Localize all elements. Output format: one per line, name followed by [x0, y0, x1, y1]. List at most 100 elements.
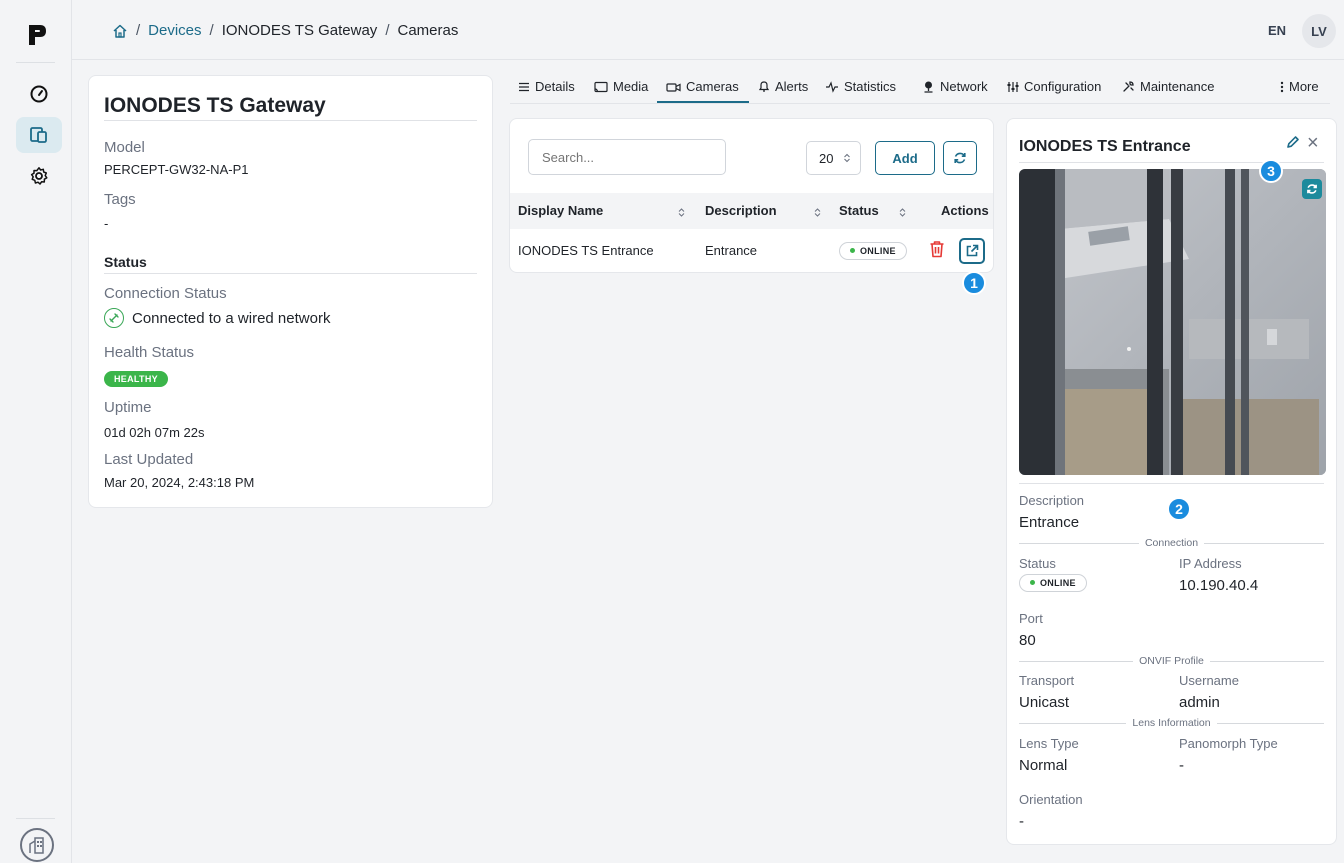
username-value: admin	[1179, 694, 1220, 711]
camera-detail-panel: IONODES TS Entrance × 3 Description Entr…	[1006, 118, 1337, 845]
device-summary-card: IONODES TS Gateway Model PERCEPT-GW32-NA…	[88, 75, 493, 508]
home-icon[interactable]	[112, 23, 128, 39]
device-title: IONODES TS Gateway	[104, 94, 326, 117]
nav-devices[interactable]	[16, 117, 62, 153]
add-camera-button[interactable]: Add	[875, 141, 935, 175]
section-onvif: ONVIF Profile	[1019, 655, 1325, 667]
column-status[interactable]: Status	[839, 203, 879, 218]
callout-marker-1: 1	[962, 271, 986, 295]
section-lens: Lens Information	[1019, 717, 1324, 729]
section-lens-label: Lens Information	[1132, 717, 1211, 729]
panomorph-type-label: Panomorph Type	[1179, 736, 1278, 751]
breadcrumb-separator: /	[209, 22, 214, 39]
section-onvif-label: ONVIF Profile	[1139, 655, 1204, 667]
table-header: Display Name Description Status Actions	[510, 193, 993, 229]
status-badge-label: ONLINE	[860, 245, 896, 256]
list-icon	[519, 82, 529, 91]
port-value: 80	[1019, 632, 1036, 649]
tab-more[interactable]: More	[1280, 79, 1319, 94]
dashboard-icon	[30, 85, 48, 103]
connection-status-value: Connected to a wired network	[132, 309, 331, 327]
connection-status: Connected to a wired network	[104, 308, 330, 328]
column-display-name[interactable]: Display Name	[518, 203, 603, 218]
page-size-value: 20	[819, 150, 834, 166]
column-actions: Actions	[941, 203, 989, 218]
tab-network[interactable]: Network	[922, 79, 988, 94]
tags-value: -	[104, 216, 109, 231]
breadcrumb-separator: /	[136, 22, 141, 39]
callout-marker-3: 3	[1259, 159, 1283, 183]
sort-icon[interactable]	[678, 208, 685, 217]
cameras-list-card: 20 Add Display Name Description Status A…	[509, 118, 994, 295]
tab-cameras[interactable]: Cameras	[666, 79, 739, 94]
app-logo[interactable]	[26, 22, 48, 48]
top-header: / Devices / IONODES TS Gateway / Cameras…	[72, 0, 1344, 60]
tab-details[interactable]: Details	[518, 79, 575, 94]
breadcrumb-separator: /	[385, 22, 390, 39]
cell-status: ONLINE	[839, 241, 907, 260]
user-avatar[interactable]: LV	[1302, 14, 1336, 48]
edit-icon[interactable]	[1286, 135, 1300, 149]
health-status-label: Health Status	[104, 344, 195, 361]
description-value: Entrance	[1019, 514, 1080, 531]
ip-address-label: IP Address	[1179, 556, 1242, 571]
device-tabs: Details Media Cameras Alerts Statistics …	[510, 72, 1330, 104]
camera-icon	[666, 82, 681, 92]
tab-maintenance[interactable]: Maintenance	[1122, 79, 1214, 94]
username-label: Username	[1179, 673, 1239, 688]
close-icon[interactable]: ×	[1307, 132, 1319, 155]
settings-icon	[30, 167, 48, 185]
tab-alerts-label: Alerts	[775, 79, 809, 94]
column-description[interactable]: Description	[705, 203, 777, 218]
sort-icon[interactable]	[899, 208, 906, 217]
image-divider	[1019, 483, 1324, 484]
tab-media-label: Media	[613, 79, 649, 94]
table-row[interactable]: IONODES TS Entrance Entrance ONLINE	[510, 229, 993, 273]
language-switcher[interactable]: EN	[1268, 23, 1286, 38]
panomorph-type-value: -	[1179, 757, 1184, 774]
dots-vertical-icon	[1280, 81, 1284, 92]
tab-maintenance-label: Maintenance	[1140, 79, 1215, 94]
nav-dashboard[interactable]	[16, 76, 62, 112]
tab-details-label: Details	[535, 79, 575, 94]
building-icon	[29, 837, 44, 854]
tab-statistics[interactable]: Statistics	[825, 79, 896, 94]
lens-type-label: Lens Type	[1019, 736, 1079, 751]
health-status-badge: HEALTHY	[104, 371, 168, 387]
sort-icon[interactable]	[814, 208, 821, 217]
nav-settings[interactable]	[16, 158, 62, 194]
online-dot	[850, 248, 855, 253]
lens-type-value: Normal	[1019, 757, 1068, 774]
camera-detail-title: IONODES TS Entrance	[1019, 138, 1191, 155]
external-link-icon	[966, 244, 979, 257]
title-divider	[104, 120, 477, 121]
rail-divider	[16, 62, 55, 63]
cell-display-name: IONODES TS Entrance	[518, 243, 654, 258]
tab-configuration[interactable]: Configuration	[1007, 79, 1101, 94]
site-button[interactable]	[20, 828, 54, 862]
tab-alerts[interactable]: Alerts	[758, 79, 808, 94]
description-label: Description	[1019, 493, 1085, 508]
section-connection: Connection	[1019, 537, 1324, 549]
page-size-select[interactable]: 20	[806, 141, 861, 175]
tab-media[interactable]: Media	[594, 79, 648, 94]
open-camera-button[interactable]	[959, 238, 985, 264]
uptime-value: 01d 02h 07m 22s	[104, 425, 205, 440]
status-badge: ONLINE	[1019, 573, 1087, 592]
tags-label: Tags	[104, 191, 136, 208]
search-input[interactable]	[528, 139, 726, 175]
wrench-icon	[1123, 81, 1134, 92]
camera-snapshot	[1019, 169, 1326, 475]
model-value: PERCEPT-GW32-NA-P1	[104, 162, 249, 177]
refresh-button[interactable]	[943, 141, 977, 175]
left-rail	[0, 0, 72, 863]
ip-address-value: 10.190.40.4	[1179, 577, 1259, 594]
bell-icon	[758, 81, 770, 92]
delete-icon[interactable]	[929, 240, 945, 258]
uptime-label: Uptime	[104, 399, 152, 416]
breadcrumb-gateway[interactable]: IONODES TS Gateway	[222, 22, 378, 39]
chevron-updown-icon	[844, 153, 850, 163]
status-divider	[104, 273, 477, 274]
snapshot-refresh-button[interactable]	[1302, 179, 1322, 199]
breadcrumb-devices[interactable]: Devices	[148, 22, 201, 39]
